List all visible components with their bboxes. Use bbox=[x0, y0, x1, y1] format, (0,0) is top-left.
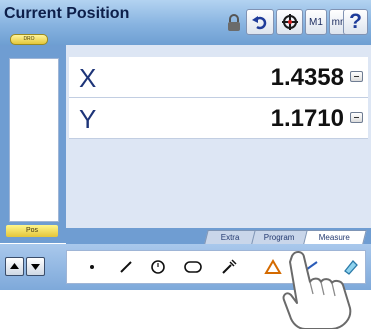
up-arrow-icon bbox=[10, 263, 19, 269]
page-title: Current Position bbox=[4, 5, 130, 22]
down-arrow-icon bbox=[31, 264, 40, 270]
mode-tag[interactable]: DRO bbox=[10, 34, 48, 45]
tab-bar: Extra Program Measure bbox=[66, 228, 371, 244]
left-panel: Pos bbox=[0, 45, 66, 243]
axis-label: Y bbox=[79, 104, 97, 134]
title-bar: Current Position DRO M1 mm ? bbox=[0, 0, 371, 45]
function-list[interactable] bbox=[9, 58, 59, 222]
help-button[interactable]: ? bbox=[343, 9, 368, 35]
tab-extra[interactable]: Extra bbox=[204, 230, 256, 244]
pointing-hand-icon bbox=[282, 251, 352, 329]
m1-button[interactable]: M1 bbox=[305, 9, 327, 35]
readout-row-y: Y 1.1710 bbox=[69, 98, 368, 139]
undo-icon bbox=[252, 16, 267, 30]
line-icon[interactable] bbox=[116, 257, 136, 277]
datum-button[interactable] bbox=[276, 9, 303, 35]
probe-icon[interactable] bbox=[219, 257, 239, 277]
readout-row-x: X 1.4358 bbox=[69, 57, 368, 98]
axis-value: 1.1710 bbox=[270, 105, 344, 132]
scroll-down-button[interactable] bbox=[26, 257, 45, 276]
pos-tag[interactable]: Pos bbox=[6, 225, 58, 237]
zero-y-button[interactable] bbox=[350, 112, 363, 123]
undo-button[interactable] bbox=[246, 9, 274, 35]
tab-measure[interactable]: Measure bbox=[303, 230, 367, 244]
slot-icon[interactable] bbox=[183, 257, 203, 277]
scroll-up-button[interactable] bbox=[5, 257, 24, 276]
point-icon[interactable] bbox=[82, 257, 102, 277]
axis-value: 1.4358 bbox=[270, 64, 344, 91]
zero-x-button[interactable] bbox=[350, 71, 363, 82]
circle-icon[interactable] bbox=[148, 257, 168, 277]
readout-panel: X 1.4358 Y 1.1710 bbox=[66, 45, 371, 230]
dro-screen: Current Position DRO M1 mm ? Pos X 1.435… bbox=[0, 0, 371, 290]
lock-icon[interactable] bbox=[227, 14, 241, 32]
axis-label: X bbox=[79, 63, 97, 93]
tab-program[interactable]: Program bbox=[251, 230, 308, 244]
crosshair-icon bbox=[281, 14, 298, 30]
